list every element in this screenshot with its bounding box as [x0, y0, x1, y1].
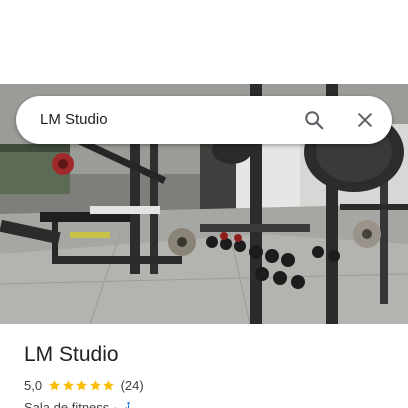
rating-value: 5,0 [24, 377, 43, 393]
place-category: Sala de fitness [24, 399, 110, 408]
clear-search-button[interactable] [345, 96, 385, 144]
search-bar[interactable]: LM Studio [16, 96, 392, 144]
search-query-text[interactable]: LM Studio [40, 96, 108, 144]
wheelchair-accessible-icon [125, 401, 132, 408]
star-icon [62, 379, 74, 390]
review-count[interactable]: (24) [121, 378, 144, 393]
search-button[interactable] [294, 96, 334, 144]
rating-row[interactable]: 5,0 (24) [24, 376, 144, 394]
search-icon [305, 111, 324, 130]
map-top-area [0, 0, 408, 84]
place-title: LM Studio [24, 343, 119, 366]
place-info-panel[interactable]: LM Studio 5,0 (24) Sala de fitness · [0, 324, 408, 408]
category-row: Sala de fitness · [24, 398, 135, 408]
star-icon [89, 379, 101, 390]
star-icon [49, 379, 60, 390]
star-icon [76, 379, 87, 390]
close-icon [358, 113, 372, 127]
category-separator: · [113, 399, 118, 408]
star-rating [48, 379, 116, 392]
star-icon [103, 379, 114, 390]
